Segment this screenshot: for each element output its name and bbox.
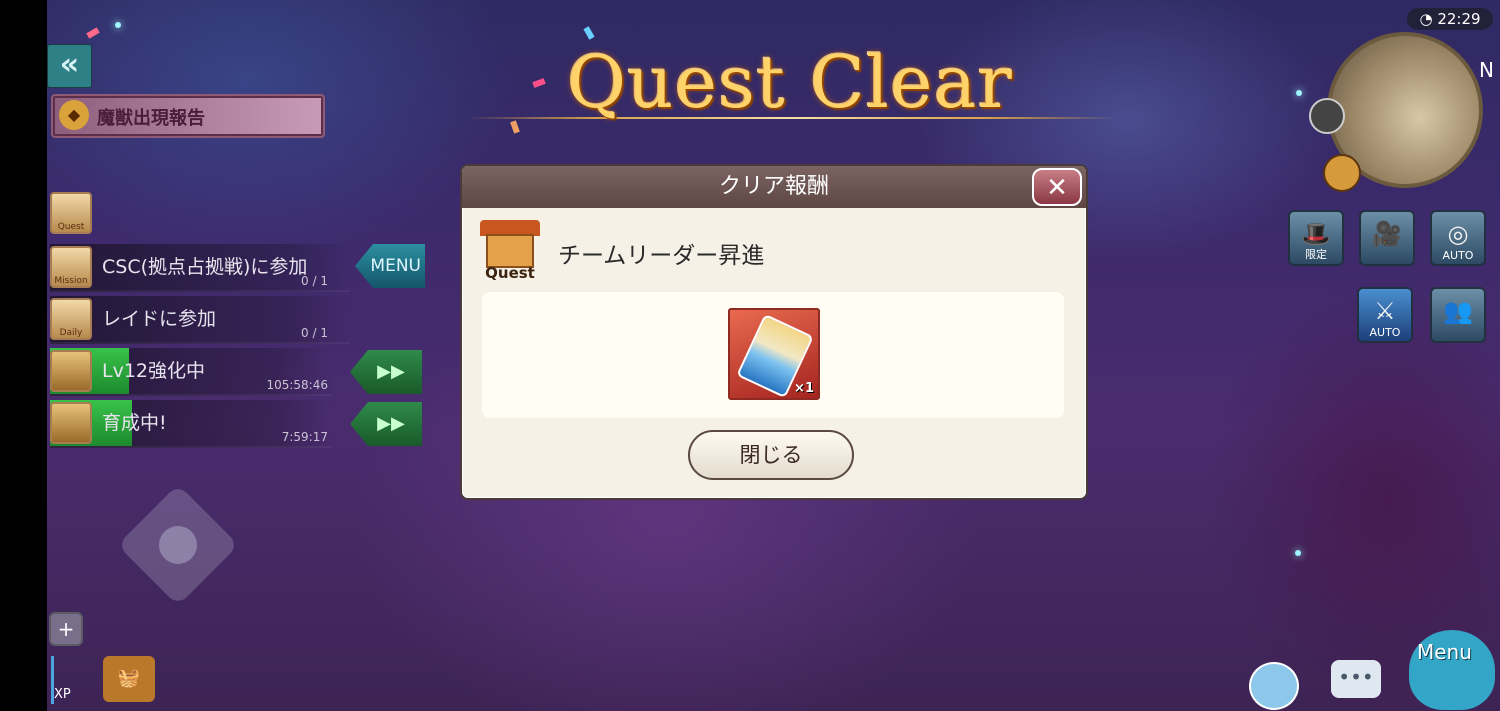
chat-icon[interactable]: ••• xyxy=(1331,660,1381,698)
fast-forward-button[interactable]: ▶▶ xyxy=(350,402,422,446)
clock: ◔ 22:29 xyxy=(1407,8,1493,30)
group-icon: 👥 xyxy=(1443,297,1473,325)
monster-report-label: 魔獣出現報告 xyxy=(97,108,205,129)
minimap-toggle-icon[interactable] xyxy=(1309,98,1345,134)
quest-clear-title: Quest Clear xyxy=(567,40,1013,124)
quest-icon-word: Quest xyxy=(485,264,535,282)
quest-shop-body xyxy=(486,234,534,268)
quest-name: チームリーダー昇進 xyxy=(558,243,765,269)
game-screen: « ◆ 魔獣出現報告 Quest Mission CSC(拠点占拠戦)に参加 0… xyxy=(47,0,1500,711)
close-button[interactable]: 閉じる xyxy=(688,430,854,480)
emote-icon[interactable] xyxy=(1249,662,1299,710)
auto-button[interactable]: ◎ AUTO xyxy=(1430,210,1486,266)
camera-icon: 🎥 xyxy=(1372,220,1402,248)
auto-skill-button[interactable]: ⚔ AUTO xyxy=(1357,287,1413,343)
quest-row-raid[interactable]: Daily レイドに参加 0 / 1 xyxy=(50,296,350,344)
fast-forward-icon: ▶▶ xyxy=(377,413,405,434)
camera-button[interactable]: 🎥 xyxy=(1359,210,1415,266)
training-label: 育成中! xyxy=(102,412,167,434)
reward-quantity: ×1 xyxy=(794,381,814,396)
menu-button[interactable]: MENU xyxy=(355,244,425,288)
double-chevron-left-icon: « xyxy=(59,47,80,82)
back-button[interactable]: « xyxy=(47,44,92,88)
clock-icon: ◔ xyxy=(1419,10,1438,28)
plus-icon: + xyxy=(57,617,75,641)
dialog-title: クリア報酬 xyxy=(462,166,1086,208)
fast-forward-button[interactable]: ▶▶ xyxy=(350,350,422,394)
close-icon-button[interactable]: ✕ xyxy=(1032,168,1082,206)
quest-row-label: レイドに参加 xyxy=(102,308,217,330)
joystick-knob[interactable] xyxy=(159,526,197,564)
reward-item[interactable]: ×1 xyxy=(728,308,820,400)
monster-report-button[interactable]: ◆ 魔獣出現報告 xyxy=(51,94,325,138)
beast-icon: ◆ xyxy=(59,100,89,130)
party-button[interactable]: 👥 xyxy=(1430,287,1486,343)
hat-icon: 🎩 xyxy=(1301,220,1331,248)
item-basket-icon[interactable]: 🧺 xyxy=(103,656,155,702)
confetti xyxy=(583,26,595,40)
minimap-north-label: N xyxy=(1479,58,1494,82)
sword-icon: ⚔ xyxy=(1374,297,1396,325)
xp-icon[interactable]: XP xyxy=(51,656,84,704)
auto-target-icon: ◎ xyxy=(1447,220,1469,248)
sparkle xyxy=(115,22,121,28)
daily-icon: Daily xyxy=(50,298,92,340)
quest-row-progress: 0 / 1 xyxy=(301,274,328,288)
dojo-icon xyxy=(50,350,92,392)
confetti xyxy=(86,27,100,39)
limited-label: 限定 xyxy=(1305,248,1327,261)
quest-log-label: Quest xyxy=(57,222,85,232)
sparkle xyxy=(1295,550,1301,556)
quest-row-csc[interactable]: Mission CSC(拠点占拠戦)に参加 0 / 1 xyxy=(50,244,350,292)
daily-tag: Daily xyxy=(59,328,83,338)
add-shortcut-button[interactable]: + xyxy=(49,612,83,646)
sparkle xyxy=(1296,90,1302,96)
mission-tag: Mission xyxy=(54,276,88,286)
quest-row-label: CSC(拠点占拠戦)に参加 xyxy=(102,256,308,278)
chat-dots: ••• xyxy=(1338,665,1374,689)
mission-icon: Mission xyxy=(50,246,92,288)
training-timer: 7:59:17 xyxy=(281,430,328,444)
xp-label: XP xyxy=(54,687,71,702)
auto-skill-label: AUTO xyxy=(1369,326,1401,339)
limited-button[interactable]: 🎩 限定 xyxy=(1288,210,1344,266)
training-label: Lv12強化中 xyxy=(102,360,206,382)
quest-log-icon[interactable]: Quest xyxy=(50,192,92,234)
training-row-upgrade[interactable]: Lv12強化中 105:58:46 xyxy=(50,348,332,396)
reward-panel: ×1 xyxy=(482,292,1064,418)
quest-shop-icon: Quest xyxy=(480,220,540,282)
menu-button-label: MENU xyxy=(370,256,421,276)
main-menu-label[interactable]: Menu xyxy=(1417,640,1472,664)
auto-label: AUTO xyxy=(1442,249,1474,262)
fast-forward-icon: ▶▶ xyxy=(377,361,405,382)
confetti xyxy=(510,120,520,134)
confetti xyxy=(532,78,546,88)
training-timer: 105:58:46 xyxy=(266,378,328,392)
quest-row-progress: 0 / 1 xyxy=(301,326,328,340)
pet-icon[interactable] xyxy=(1323,154,1361,192)
reward-dialog: クリア報酬 ✕ Quest チームリーダー昇進 ×1 閉じる xyxy=(460,164,1088,500)
close-icon: ✕ xyxy=(1046,173,1068,203)
dojo-icon xyxy=(50,402,92,444)
training-row-nurture[interactable]: 育成中! 7:59:17 xyxy=(50,400,332,448)
clock-time: 22:29 xyxy=(1437,10,1481,28)
